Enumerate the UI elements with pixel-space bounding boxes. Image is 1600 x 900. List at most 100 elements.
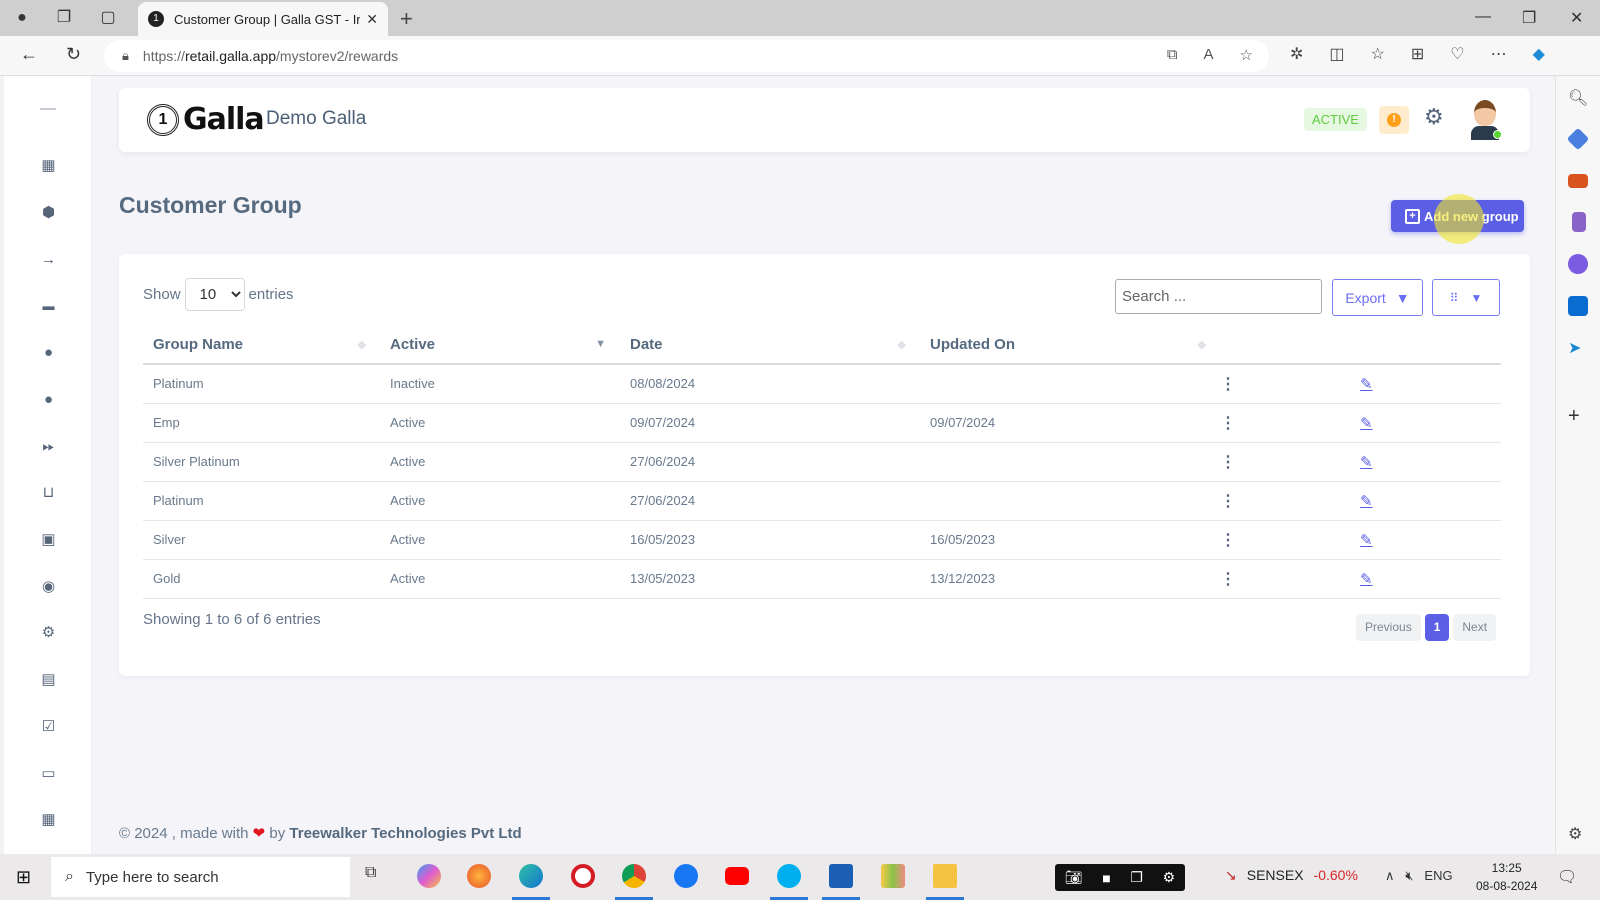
taskbar-search[interactable]: ⌕ Type here to search xyxy=(51,857,350,897)
user-icon[interactable]: ● xyxy=(40,391,57,408)
windows-start-icon[interactable]: ⊞ xyxy=(16,867,31,888)
vertical-tabs-icon[interactable]: ▢ xyxy=(98,8,118,28)
edit-icon[interactable]: ✎ xyxy=(1350,403,1501,443)
sidebar-settings-icon[interactable]: ⚙ xyxy=(1568,824,1588,844)
recorder-icon[interactable] xyxy=(571,864,595,888)
mute-icon[interactable]: 🔇︎ xyxy=(1405,868,1413,883)
coupon-icon[interactable]: ▬ xyxy=(40,298,57,315)
close-tab-icon[interactable]: ✕ xyxy=(366,11,378,28)
read-aloud-icon[interactable]: A xyxy=(1204,46,1214,64)
back-icon[interactable]: ← xyxy=(20,44,38,65)
search-icon[interactable]: 🔍︎ xyxy=(1568,88,1588,108)
stock-ticker[interactable]: ↘ SENSEX -0.60% xyxy=(1225,867,1358,884)
tools-icon[interactable] xyxy=(1568,174,1588,188)
calendar-icon[interactable]: ▦ xyxy=(40,811,57,828)
workspaces-icon[interactable]: ❐ xyxy=(54,8,74,28)
search-input[interactable] xyxy=(1115,279,1322,314)
copilot-app-icon[interactable] xyxy=(417,864,441,888)
edit-icon[interactable]: ✎ xyxy=(1350,442,1501,482)
edit-icon[interactable]: ✎ xyxy=(1350,364,1501,404)
favorites-icon[interactable]: ☆ xyxy=(1371,44,1385,64)
more-actions-icon[interactable]: ⋮ xyxy=(1220,403,1350,443)
page-1-button[interactable]: 1 xyxy=(1424,614,1450,641)
column-header-active[interactable]: Active ▼ xyxy=(380,326,620,365)
close-window-icon[interactable]: ✕ xyxy=(1570,8,1583,28)
more-actions-icon[interactable]: ⋮ xyxy=(1220,520,1350,560)
checklist-icon[interactable]: ☑ xyxy=(40,718,57,735)
export-button[interactable]: Export ▼ xyxy=(1332,279,1423,316)
edit-icon[interactable]: ✎ xyxy=(1350,520,1501,560)
edit-icon[interactable]: ✎ xyxy=(1350,559,1501,599)
alert-button[interactable]: ! xyxy=(1379,106,1409,134)
chrome-icon[interactable] xyxy=(622,864,646,888)
contacts-icon[interactable]: ▣ xyxy=(40,531,57,548)
youtube-icon[interactable] xyxy=(725,867,749,885)
add-icon[interactable]: + xyxy=(1568,406,1588,426)
location-icon[interactable]: ◉ xyxy=(40,578,57,595)
company-link[interactable]: Treewalker Technologies Pvt Ltd xyxy=(289,825,521,842)
lock-icon[interactable]: 🔒︎ xyxy=(122,48,129,64)
app-icon[interactable] xyxy=(881,864,905,888)
profile-icon[interactable]: ● xyxy=(12,8,32,28)
forward-icon[interactable]: ⏩︎ xyxy=(40,438,57,455)
customer-icon[interactable]: ● xyxy=(40,344,57,361)
video-icon[interactable]: ■ xyxy=(1102,870,1110,886)
copilot-icon[interactable]: ◆ xyxy=(1533,44,1545,64)
column-header-group-name[interactable]: Group Name ◆ xyxy=(143,326,380,365)
capture-settings-icon[interactable]: ⚙ xyxy=(1163,869,1176,886)
browser-tab-active[interactable]: 1 Customer Group | Galla GST - Inv ✕ xyxy=(138,2,388,36)
extensions-icon[interactable]: ✲ xyxy=(1290,44,1303,64)
settings-icon[interactable]: ⚙ xyxy=(40,624,57,641)
skype-icon[interactable] xyxy=(777,864,801,888)
next-page-button[interactable]: Next xyxy=(1453,614,1497,641)
avatar[interactable] xyxy=(1467,98,1503,142)
edge-icon[interactable] xyxy=(519,864,543,888)
outlook-icon[interactable] xyxy=(1568,296,1588,316)
collections-icon[interactable]: ⊞ xyxy=(1411,44,1424,64)
clock[interactable]: 13:25 08-08-2024 xyxy=(1476,859,1537,895)
address-bar[interactable]: 🔒︎ https://retail.galla.app/mystorev2/re… xyxy=(104,40,1269,72)
more-actions-icon[interactable]: ⋮ xyxy=(1220,559,1350,599)
galla-logo[interactable]: 1 Galla xyxy=(147,102,265,137)
page-size-select[interactable]: 10 xyxy=(184,278,245,311)
previous-page-button[interactable]: Previous xyxy=(1356,614,1421,641)
minimize-icon[interactable]: — xyxy=(1475,8,1491,26)
column-header-date[interactable]: Date ◆ xyxy=(620,326,920,365)
refresh-icon[interactable]: ↻ xyxy=(66,44,81,65)
report-icon[interactable]: ▤ xyxy=(40,671,57,688)
camera-icon[interactable]: 📷︎ xyxy=(1065,869,1083,886)
collapse-icon[interactable] xyxy=(40,108,56,110)
more-actions-icon[interactable]: ⋮ xyxy=(1220,481,1350,521)
store-icon[interactable] xyxy=(829,864,853,888)
language-indicator[interactable]: ENG xyxy=(1424,868,1452,883)
favorite-star-icon[interactable]: ☆ xyxy=(1240,46,1253,64)
split-screen-icon[interactable]: ◫ xyxy=(1329,44,1344,64)
window-icon[interactable]: ❐ xyxy=(1130,869,1143,886)
column-header-updated-on[interactable]: Updated On ◆ xyxy=(920,326,1220,365)
more-actions-icon[interactable]: ⋮ xyxy=(1220,442,1350,482)
column-visibility-button[interactable]: ⠿ ▼ xyxy=(1432,279,1500,316)
facebook-icon[interactable] xyxy=(674,864,698,888)
browser-essentials-icon[interactable]: ♡ xyxy=(1450,44,1464,64)
cash-icon[interactable]: ▭ xyxy=(40,765,57,782)
firefox-icon[interactable] xyxy=(467,864,491,888)
arrow-right-icon[interactable]: → xyxy=(40,251,57,268)
edit-icon[interactable]: ✎ xyxy=(1350,481,1501,521)
microsoft-365-icon[interactable] xyxy=(1568,254,1588,274)
restore-icon[interactable]: ❐ xyxy=(1522,8,1536,28)
basket-icon[interactable]: ⊔ xyxy=(40,484,57,501)
more-actions-icon[interactable]: ⋮ xyxy=(1220,364,1350,404)
new-tab-icon[interactable]: + xyxy=(400,6,413,32)
games-icon[interactable] xyxy=(1572,212,1586,232)
tray-chevron-icon[interactable]: ∧ xyxy=(1385,868,1395,883)
more-icon[interactable]: ⋯ xyxy=(1491,44,1507,64)
open-in-app-icon[interactable]: ⧉ xyxy=(1167,46,1178,64)
product-box-icon[interactable]: ⬢ xyxy=(40,204,57,221)
dashboard-icon[interactable]: ▦ xyxy=(40,157,57,174)
file-explorer-icon[interactable] xyxy=(933,864,957,888)
settings-gear-icon[interactable]: ⚙ xyxy=(1424,104,1444,130)
telegram-icon[interactable]: ➤ xyxy=(1568,338,1588,358)
notifications-icon[interactable]: 🗨︎ xyxy=(1557,867,1577,887)
shopping-tag-icon[interactable] xyxy=(1566,127,1590,151)
task-view-icon[interactable]: ⧉ xyxy=(365,864,389,888)
